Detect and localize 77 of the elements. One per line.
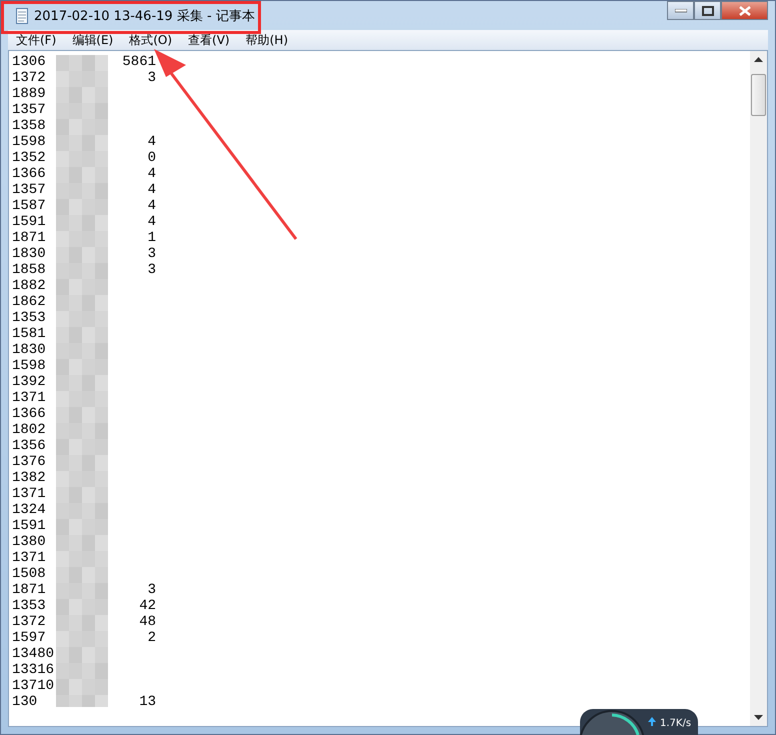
window-title: 2017-02-10 13-46-19 采集 - 记事本 (34, 8, 255, 24)
scroll-up-icon[interactable] (754, 57, 763, 62)
text-line: 1366 (12, 406, 47, 422)
menu-item[interactable]: 查看(V) (180, 32, 238, 48)
menu-item[interactable]: 编辑(E) (64, 32, 122, 48)
text-line-end: 1 (146, 230, 156, 246)
text-line-end: 0 (146, 150, 156, 166)
text-line-end: 3 (146, 70, 156, 86)
text-line: 1882 (12, 278, 47, 294)
menu-item[interactable]: 格式(O) (121, 32, 180, 48)
text-line: 1591 (12, 518, 47, 534)
maximize-button[interactable] (694, 1, 721, 20)
text-line: 1306 (12, 54, 47, 70)
text-line: 13480 (12, 646, 56, 662)
text-line: 1371 (12, 550, 47, 566)
text-line: 1353 (12, 310, 47, 326)
text-line-end: 4 (146, 134, 156, 150)
text-line: 1830 (12, 342, 47, 358)
text-line: 1371 (12, 390, 47, 406)
gauge-drawing (580, 709, 644, 735)
text-line: 1597 (12, 630, 47, 646)
text-line: 1591 (12, 214, 47, 230)
maximize-icon (702, 6, 714, 16)
text-line: 1802 (12, 422, 47, 438)
text-line: 130 (12, 694, 38, 710)
text-line-end: 48 (138, 614, 156, 630)
text-line-end: 3 (146, 582, 156, 598)
text-line: 1380 (12, 534, 47, 550)
text-line: 1372 (12, 70, 47, 86)
minimize-icon (674, 8, 686, 12)
menu-item[interactable]: 帮助(H) (238, 32, 296, 48)
text-line: 1889 (12, 86, 47, 102)
vertical-scrollbar[interactable] (750, 51, 767, 726)
text-line-end: 4 (146, 182, 156, 198)
text-line: 1581 (12, 326, 47, 342)
text-line: 1830 (12, 246, 47, 262)
text-line: 1357 (12, 102, 47, 118)
text-line-end: 5861 (121, 54, 156, 70)
text-line: 1858 (12, 262, 47, 278)
text-line-end: 3 (146, 262, 156, 278)
text-line: 1598 (12, 134, 47, 150)
text-line: 1372 (12, 614, 47, 630)
text-line: 1392 (12, 374, 47, 390)
text-line: 1353 (12, 598, 47, 614)
text-line: 1871 (12, 230, 47, 246)
scroll-down-icon[interactable] (754, 715, 763, 720)
text-line: 1871 (12, 582, 47, 598)
text-line: 1587 (12, 198, 47, 214)
text-line: 1862 (12, 294, 47, 310)
text-line: 13710 (12, 678, 56, 694)
text-line: 1366 (12, 166, 47, 182)
text-line: 13316 (12, 662, 56, 678)
text-line: 1508 (12, 566, 47, 582)
text-line: 1382 (12, 470, 47, 486)
text-line: 1357 (12, 182, 47, 198)
text-line: 1376 (12, 454, 47, 470)
text-line-end: 13 (138, 694, 156, 710)
text-line-end: 3 (146, 246, 156, 262)
text-line-end: 4 (146, 198, 156, 214)
text-line: 1356 (12, 438, 47, 454)
text-line-end: 4 (146, 166, 156, 182)
close-icon (738, 6, 750, 16)
notepad-icon (16, 8, 28, 24)
minimize-button[interactable] (667, 1, 694, 20)
menu-item[interactable]: 文件(F) (8, 32, 64, 48)
text-line-end: 42 (138, 598, 156, 614)
text-line: 1598 (12, 358, 47, 374)
text-line-end: 2 (146, 630, 156, 646)
text-line: 1352 (12, 150, 47, 166)
close-button[interactable] (721, 1, 768, 20)
upload-speed: 1.7K/s (660, 718, 692, 729)
text-line: 1358 (12, 118, 47, 134)
text-line: 1324 (12, 502, 47, 518)
text-line-end: 4 (146, 214, 156, 230)
scroll-thumb[interactable] (751, 74, 766, 116)
text-line: 1371 (12, 486, 47, 502)
upload-arrow-icon (648, 717, 656, 726)
